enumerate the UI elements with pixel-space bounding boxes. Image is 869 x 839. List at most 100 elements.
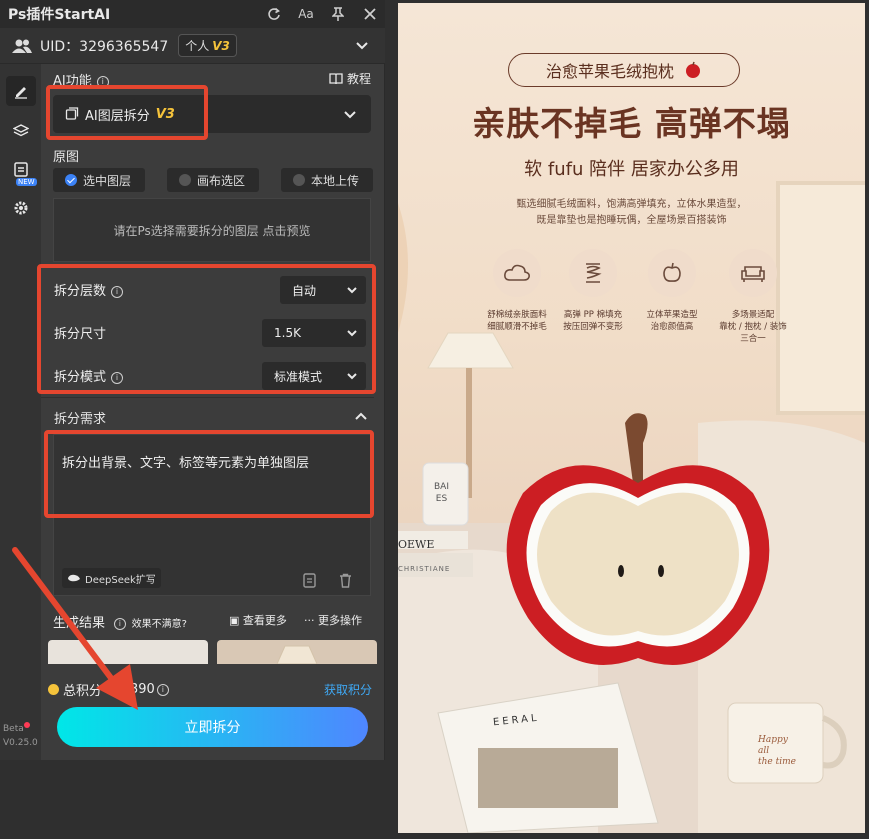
- chevron-down-icon: [344, 111, 356, 119]
- info-icon[interactable]: i: [96, 76, 109, 88]
- titlebar-tools: Aa: [265, 0, 379, 28]
- split-size-row: 拆分尺寸 1.5K: [41, 311, 374, 355]
- source-preview-area[interactable]: 请在Ps选择需要拆分的图层 点击预览: [53, 198, 371, 262]
- pin-icon[interactable]: [329, 5, 347, 23]
- requirement-header[interactable]: 拆分需求: [41, 403, 374, 431]
- source-label: 原图: [53, 150, 80, 165]
- version-number: V0.25.0: [3, 738, 38, 748]
- split-mode-label: 拆分模式 i: [54, 366, 124, 385]
- ai-function-select[interactable]: AI图层拆分 V3: [53, 95, 371, 133]
- mug-text-line: the time: [758, 757, 796, 767]
- info-icon[interactable]: i: [111, 372, 124, 384]
- candle-label: BAI ES: [434, 481, 449, 505]
- candle-label-line: ES: [435, 494, 448, 504]
- chevron-down-icon: [347, 330, 357, 337]
- feature-line: 按压回弹不变形: [563, 322, 623, 332]
- split-layers-row: 拆分层数 i 自动: [41, 268, 374, 312]
- rail-layers-button[interactable]: [6, 116, 36, 146]
- ai-function-version: V3: [155, 106, 175, 122]
- book-title: OEWE: [398, 538, 435, 551]
- version-info: Beta V0.25.0: [3, 722, 38, 750]
- view-more-link[interactable]: ▣ 查看更多: [229, 612, 287, 628]
- tutorial-label: 教程: [347, 72, 372, 86]
- feature-line: 靠枕 / 抱枕 / 装饰: [719, 322, 787, 332]
- rail-edit-button[interactable]: [6, 76, 36, 106]
- lamp-shade-thumbnail: [276, 645, 318, 664]
- clipboard-icon: [14, 162, 28, 177]
- feature-line: 三合一: [740, 334, 766, 344]
- tutorial-link[interactable]: 教程: [329, 70, 371, 87]
- book-subtitle: CHRISTIANE: [398, 565, 451, 573]
- plan-badge: 个人 V3: [178, 34, 237, 57]
- split-mode-select[interactable]: 标准模式: [262, 362, 366, 390]
- plan-version: V3: [212, 39, 230, 53]
- split-size-select[interactable]: 1.5K: [262, 319, 366, 347]
- source-option-local-upload[interactable]: 本地上传: [281, 168, 373, 192]
- ai-function-selected: AI图层拆分: [85, 108, 150, 124]
- chevron-down-icon: [347, 287, 357, 294]
- feature-line: 治愈颜值高: [650, 322, 694, 332]
- split-layers-value: 自动: [292, 283, 317, 298]
- split-mode-row: 拆分模式 i 标准模式: [41, 354, 374, 398]
- view-more-label: 查看更多: [242, 614, 287, 627]
- description-line: 既是靠垫也是抱睡玩偶，全屋场景百搭装饰: [536, 215, 727, 226]
- source-option-label: 选中图层: [83, 173, 132, 188]
- radio-unchecked-icon: [179, 174, 191, 186]
- feature-item: 立体苹果造型 治愈颜值高: [627, 249, 717, 333]
- font-size-button[interactable]: Aa: [297, 5, 315, 23]
- feature-line: 立体苹果造型: [646, 310, 698, 320]
- info-icon[interactable]: i: [111, 286, 124, 298]
- red-arrow-annotation: [12, 547, 138, 710]
- feature-item: 多场景适配靠枕 / 抱枕 / 装饰 三合一: [708, 249, 798, 345]
- ellipsis-icon: ···: [304, 614, 315, 627]
- apple-icon: [686, 61, 700, 78]
- app-title: Ps插件StartAI: [8, 7, 111, 23]
- close-icon[interactable]: [361, 5, 379, 23]
- user-expand-chevron-icon[interactable]: [355, 37, 369, 56]
- gear-icon: [14, 201, 28, 215]
- radio-checked-icon: [65, 174, 77, 186]
- get-points-link[interactable]: 获取积分: [324, 681, 372, 698]
- source-hint: 请在Ps选择需要拆分的图层 点击预览: [113, 223, 311, 238]
- product-description: 甄选细腻毛绒面料，饱满高弹填充，立体水果造型， 既是靠垫也是抱睡玩偶，全屋场景百…: [468, 197, 795, 229]
- rail-settings-button[interactable]: [6, 193, 36, 223]
- trash-icon[interactable]: [339, 573, 352, 592]
- gallery-icon: ▣: [229, 614, 240, 627]
- chevron-down-icon: [347, 373, 357, 380]
- plan-label: 个人: [185, 39, 210, 53]
- plugin-titlebar: Ps插件StartAI Aa: [0, 0, 385, 28]
- product-tag: 治愈苹果毛绒抱枕: [508, 53, 740, 87]
- refresh-icon[interactable]: [265, 5, 283, 23]
- paste-icon[interactable]: [303, 572, 317, 592]
- book-icon: [329, 72, 343, 84]
- rail-tasks-button[interactable]: [6, 154, 36, 184]
- users-icon: [12, 38, 32, 54]
- source-option-selected-layer[interactable]: 选中图层: [53, 168, 145, 192]
- split-layers-text: 拆分层数: [54, 284, 107, 299]
- source-option-label: 本地上传: [311, 173, 360, 188]
- product-subheadline: 软 fufu 陪伴 居家办公多用: [524, 159, 739, 180]
- source-option-canvas-selection[interactable]: 画布选区: [167, 168, 259, 192]
- split-mode-text: 拆分模式: [54, 370, 107, 385]
- mug-text: Happy all the time: [758, 735, 796, 768]
- layer-split-icon: [65, 107, 79, 120]
- more-actions-link[interactable]: ··· 更多操作: [304, 612, 362, 628]
- feature-line: 多场景适配: [731, 310, 775, 320]
- cloud-icon: [493, 249, 541, 297]
- mug-text-line: Happy: [758, 735, 788, 745]
- radio-unchecked-icon: [293, 174, 305, 186]
- layers-icon: [13, 124, 29, 137]
- user-uid: UID：3296365547: [40, 38, 169, 55]
- requirement-text: 拆分出背景、文字、标签等元素为单独图层: [62, 456, 310, 471]
- beta-label: Beta: [3, 724, 24, 734]
- result-thumbnail[interactable]: [217, 640, 377, 664]
- feature-line: 高弹 PP 棉填充: [563, 310, 623, 320]
- pencil-icon: [15, 87, 27, 99]
- ai-function-label: AI功能 i: [53, 70, 109, 89]
- product-tag-text: 治愈苹果毛绒抱枕: [545, 62, 674, 81]
- product-image: 治愈苹果毛绒抱枕 亲肤不掉毛 高弹不塌 软 fufu 陪伴 居家办公多用 甄选细…: [398, 3, 865, 833]
- user-bar[interactable]: UID：3296365547 个人 V3: [0, 28, 385, 64]
- candle-label-line: BAI: [434, 482, 449, 492]
- spring-icon: [569, 249, 617, 297]
- split-layers-select[interactable]: 自动: [280, 276, 366, 304]
